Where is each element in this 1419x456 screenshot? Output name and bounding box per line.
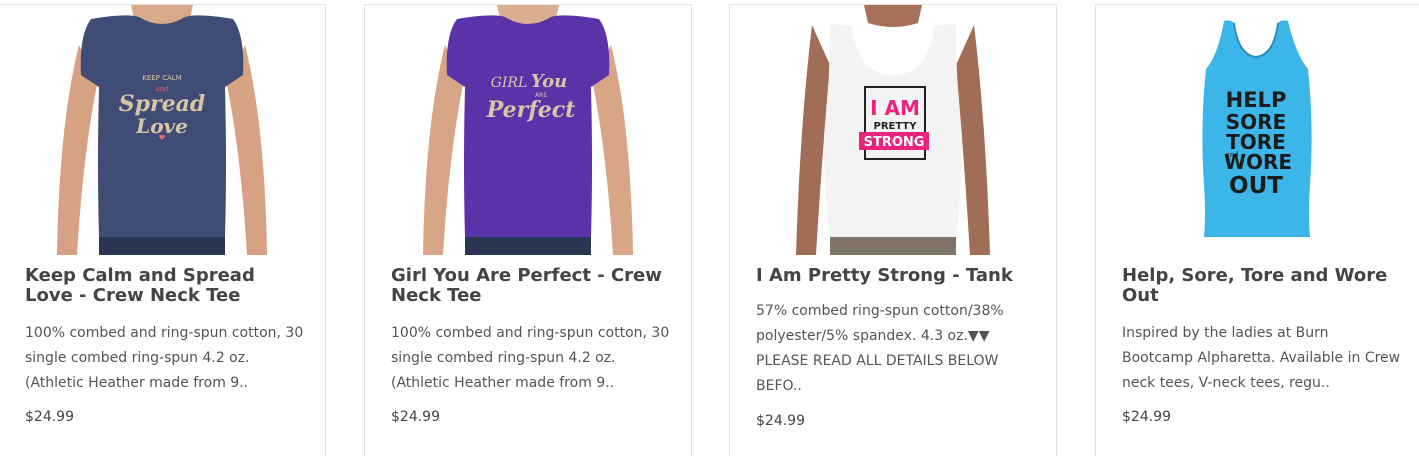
print-line: PRETTY xyxy=(874,121,918,132)
print-line: WORE xyxy=(1224,150,1292,174)
product-description: 57% combed ring-spun cotton/38% polyeste… xyxy=(756,303,1004,394)
product-title[interactable]: Girl You Are Perfect - Crew Neck Tee xyxy=(391,266,673,306)
product-title[interactable]: I Am Pretty Strong - Tank xyxy=(756,266,1038,286)
tshirt-model-image: GIRL You ARE Perfect xyxy=(365,5,691,255)
tshirt-model-image: KEEP CALM and Spread Love xyxy=(0,5,325,255)
product-card[interactable]: HELP SORE TORE and WORE OUT Help, Sore, … xyxy=(1095,4,1419,456)
print-line: GIRL xyxy=(491,75,528,91)
product-image[interactable]: HELP SORE TORE and WORE OUT xyxy=(1096,5,1419,255)
product-card[interactable]: KEEP CALM and Spread Love Keep Calm and … xyxy=(0,4,326,456)
tank-model-image: I AM PRETTY STRONG xyxy=(730,5,1056,255)
product-description: 100% combed and ring-spun cotton, 30 sin… xyxy=(25,325,304,391)
print-line: STRONG xyxy=(864,135,925,150)
product-card[interactable]: I AM PRETTY STRONG I Am Pretty Strong - … xyxy=(729,4,1057,456)
product-image[interactable]: KEEP CALM and Spread Love xyxy=(0,5,325,255)
product-grid: KEEP CALM and Spread Love Keep Calm and … xyxy=(0,0,1419,456)
product-caption: I Am Pretty Strong - Tank 57% combed rin… xyxy=(756,266,1038,431)
product-title[interactable]: Keep Calm and Spread Love - Crew Neck Te… xyxy=(25,266,307,306)
print-line: You xyxy=(531,71,567,92)
product-caption: Help, Sore, Tore and Wore Out Inspired b… xyxy=(1122,266,1402,427)
product-image[interactable]: I AM PRETTY STRONG xyxy=(730,5,1056,255)
product-image[interactable]: GIRL You ARE Perfect xyxy=(365,5,691,255)
product-price: $24.99 xyxy=(391,409,440,425)
product-caption: Keep Calm and Spread Love - Crew Neck Te… xyxy=(25,266,307,427)
product-price: $24.99 xyxy=(25,409,74,425)
product-price: $24.99 xyxy=(1122,409,1171,425)
product-caption: Girl You Are Perfect - Crew Neck Tee 100… xyxy=(391,266,673,427)
print-line: OUT xyxy=(1229,173,1283,199)
product-card[interactable]: GIRL You ARE Perfect Girl You Are Perfec… xyxy=(364,4,692,456)
tank-product-image: HELP SORE TORE and WORE OUT xyxy=(1096,5,1419,255)
print-line: Perfect xyxy=(486,97,576,123)
product-title[interactable]: Help, Sore, Tore and Wore Out xyxy=(1122,266,1402,306)
print-line: I AM xyxy=(870,96,920,120)
product-description: 100% combed and ring-spun cotton, 30 sin… xyxy=(391,325,670,391)
print-line: HELP xyxy=(1226,88,1287,112)
print-line: Love xyxy=(135,114,188,138)
product-description: Inspired by the ladies at Burn Bootcamp … xyxy=(1122,325,1401,391)
product-price: $24.99 xyxy=(756,413,805,429)
print-line: KEEP CALM xyxy=(142,74,182,82)
